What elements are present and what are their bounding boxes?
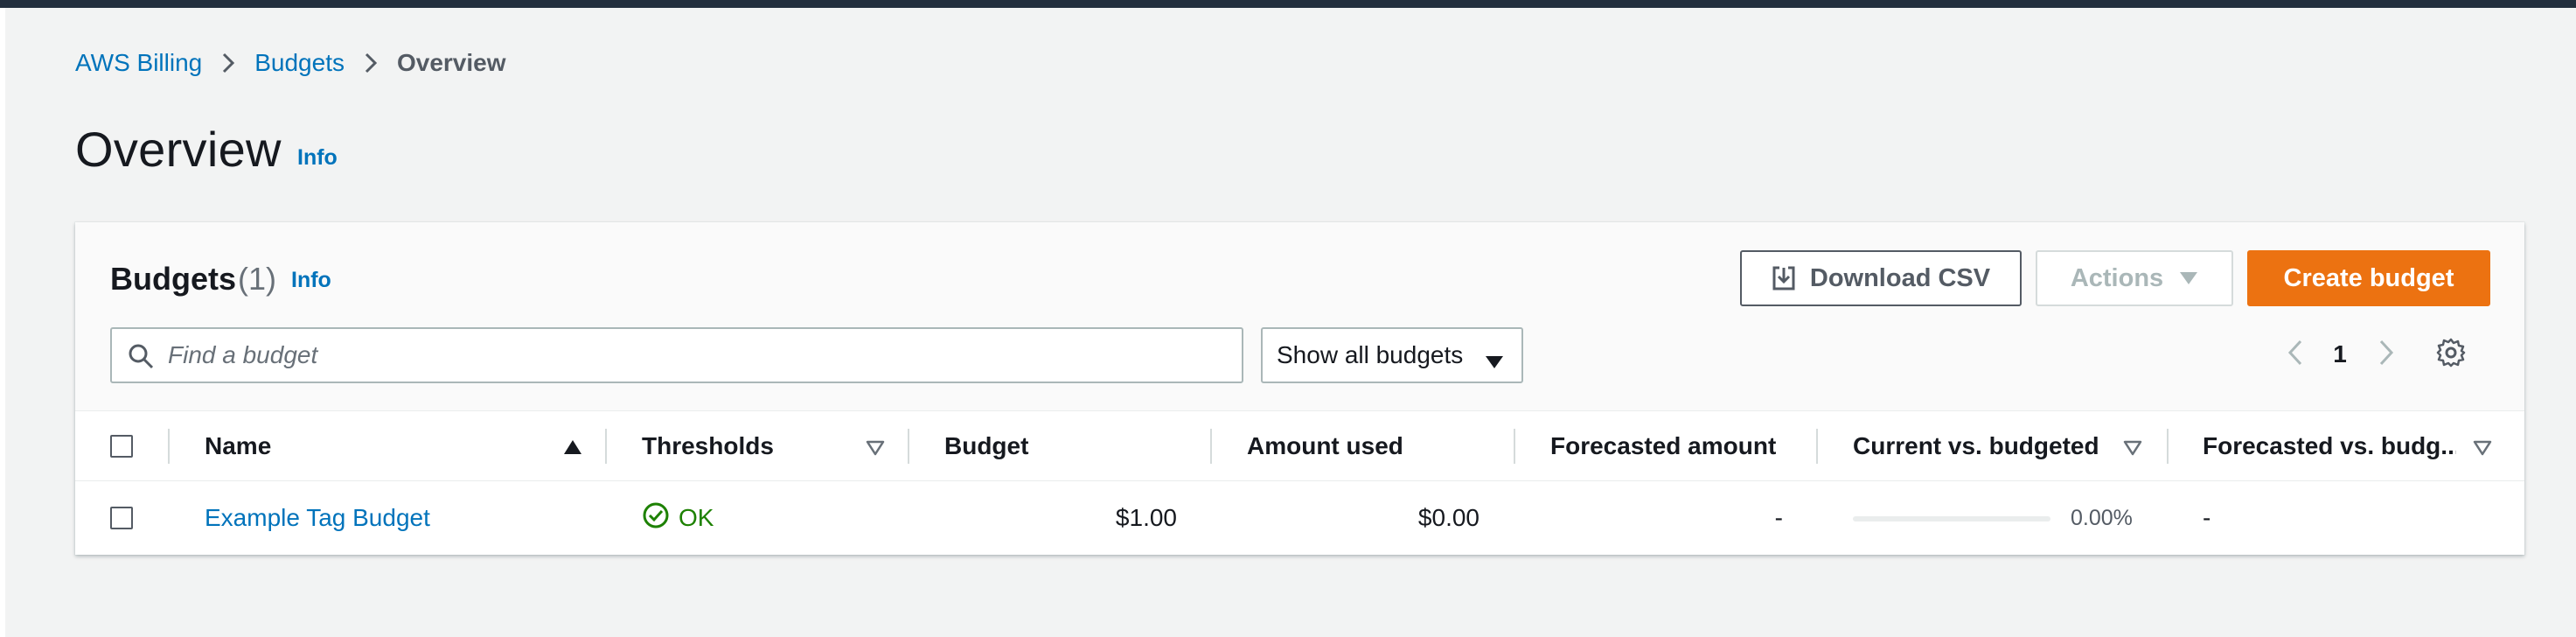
page-title: Overview [75,122,282,177]
breadcrumb-budgets[interactable]: Budgets [254,49,345,77]
forecasted-amount: - [1774,504,1783,531]
current-page-number[interactable]: 1 [2322,332,2357,376]
column-divider [1816,429,1818,464]
amount-used: $0.00 [1417,504,1479,531]
caret-down-icon [1485,348,1504,376]
column-divider [2167,429,2169,464]
row-checkbox[interactable] [110,507,133,529]
search-box [110,327,1243,383]
threshold-status-label: OK [679,504,714,531]
download-csv-label: Download CSV [1809,263,1991,292]
breadcrumb: AWS Billing Budgets Overview [75,47,506,79]
chevron-left-icon [2287,339,2303,371]
threshold-status: OK [642,481,714,555]
breadcrumb-aws-billing[interactable]: AWS Billing [75,49,202,77]
current-vs-budgeted-value: 0.00% [2071,505,2133,530]
column-header-thresholds[interactable]: Thresholds [642,411,774,480]
create-budget-button[interactable]: Create budget [2247,250,2490,306]
column-divider [1210,429,1212,464]
column-divider [1514,429,1515,464]
column-header-name[interactable]: Name [205,411,271,480]
budget-name[interactable]: Example Tag Budget [205,504,430,532]
previous-page-button[interactable] [2282,332,2308,376]
column-header-forecasted-vs-budgeted[interactable]: Forecasted vs. budg... [2203,411,2456,480]
column-header-amount-used: Amount used [1247,431,1403,459]
forecasted-vs-budgeted-value: - [2203,504,2211,531]
budgets-count: (1) [238,261,276,297]
download-icon [1772,265,1796,291]
column-divider [168,429,170,464]
column-divider [908,429,909,464]
budgets-panel-header: Budgets (1) Info Download CSV Actions Cr… [75,222,2524,411]
budgets-info-link[interactable]: Info [291,268,331,293]
caret-down-icon [2179,270,2198,286]
budget-filter-value: Show all budgets [1277,341,1464,368]
sort-ascending-icon[interactable] [563,439,582,459]
column-header-current-vs-budgeted[interactable]: Current vs. budgeted [1853,411,2099,480]
select-all-checkbox[interactable] [110,435,133,458]
search-icon [128,343,154,374]
table-preferences-button[interactable] [2429,332,2473,376]
page-info-link[interactable]: Info [297,145,338,171]
budget-name-link[interactable]: Example Tag Budget [205,481,430,555]
check-circle-icon [642,501,679,536]
budgets-panel: Budgets (1) Info Download CSV Actions Cr… [75,222,2524,555]
top-navigation-bar [0,0,2576,8]
chevron-right-icon [364,52,378,74]
table-row: Example Tag Budget OK $1.00 $0.00 - 0.00… [75,481,2524,555]
search-input[interactable] [168,338,1217,373]
budget-filter-select[interactable]: Show all budgets [1261,327,1523,383]
current-vs-budgeted-progress-bar [1853,516,2050,522]
side-navigation-edge [0,8,5,637]
breadcrumb-overview: Overview [396,49,506,76]
column-header-forecasted-amount: Forecasted amount [1550,431,1777,459]
chevron-right-icon [2378,339,2394,371]
chevron-right-icon [221,52,235,74]
table-header: Name Thresholds Budget Amount used Forec… [75,411,2524,481]
actions-button[interactable]: Actions [2036,250,2233,306]
actions-label: Actions [2070,263,2164,292]
download-csv-button[interactable]: Download CSV [1740,250,2022,306]
settings-gear-icon [2436,338,2466,372]
column-divider [605,429,607,464]
sort-icon[interactable] [866,440,885,460]
next-page-button[interactable] [2373,332,2399,376]
column-header-budget: Budget [944,431,1029,459]
budgets-panel-title: Budgets [110,261,236,297]
sort-icon[interactable] [2473,440,2492,460]
sort-icon[interactable] [2123,440,2142,460]
budget-amount: $1.00 [1115,504,1177,531]
